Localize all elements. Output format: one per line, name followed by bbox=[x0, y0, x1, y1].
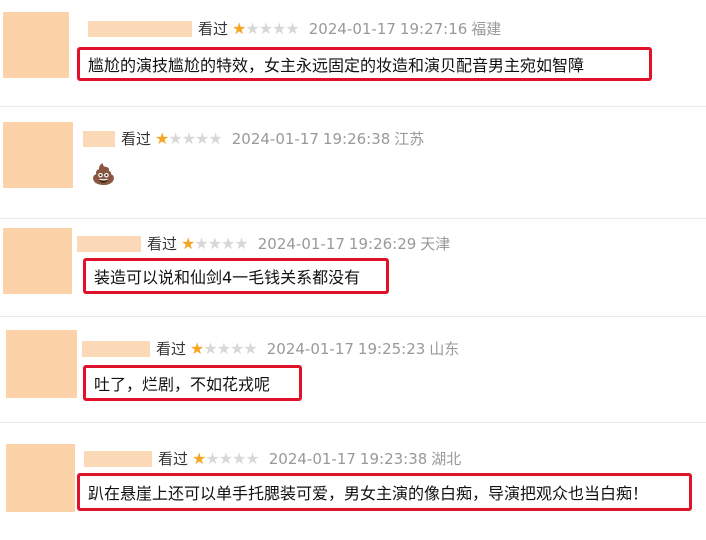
star-icon: ★ bbox=[232, 448, 246, 468]
review-meta: 看过 ★ ★ ★ ★ ★ 2024-01-17 19:25:23 山东 bbox=[82, 338, 459, 359]
review-text: 吐了，烂剧，不如花戎呢 bbox=[94, 375, 271, 394]
star-icon: ★ bbox=[243, 338, 257, 358]
star-rating: ★ ★ ★ ★ ★ bbox=[192, 448, 260, 468]
avatar[interactable] bbox=[3, 122, 73, 188]
review-time: 19:26:29 bbox=[348, 234, 417, 253]
avatar[interactable] bbox=[6, 444, 75, 512]
review-location: 湖北 bbox=[431, 450, 462, 468]
star-icon: ★ bbox=[232, 18, 246, 38]
watched-status: 看过 bbox=[198, 20, 229, 38]
review-item: 看过 ★ ★ ★ ★ ★ 2024-01-17 19:26:38 江苏 💩 bbox=[0, 106, 706, 219]
username[interactable] bbox=[84, 450, 152, 467]
star-icon: ★ bbox=[192, 448, 206, 468]
review-item: 看过 ★ ★ ★ ★ ★ 2024-01-17 19:26:29 天津 装造可以说和仙剑… bbox=[0, 218, 706, 317]
star-rating: ★ ★ ★ ★ ★ bbox=[155, 128, 223, 148]
username[interactable] bbox=[83, 130, 115, 147]
review-time: 19:27:16 bbox=[399, 19, 468, 38]
star-icon: ★ bbox=[168, 128, 182, 148]
star-icon: ★ bbox=[285, 18, 299, 38]
star-icon: ★ bbox=[221, 233, 235, 253]
review-location: 天津 bbox=[420, 235, 451, 253]
star-rating: ★ ★ ★ ★ ★ bbox=[181, 233, 249, 253]
star-icon: ★ bbox=[155, 128, 169, 148]
review-content: 吐了，烂剧，不如花戎呢 bbox=[83, 365, 302, 401]
avatar[interactable] bbox=[3, 228, 72, 294]
review-location: 山东 bbox=[429, 340, 460, 358]
review-location: 江苏 bbox=[394, 130, 425, 148]
review-content: 装造可以说和仙剑4一毛钱关系都没有 bbox=[83, 258, 389, 294]
review-content: 尴尬的演技尴尬的特效，女主永远固定的妆造和演贝配音男主宛如智障 bbox=[77, 47, 652, 81]
review-meta: 看过 ★ ★ ★ ★ ★ 2024-01-17 19:27:16 福建 bbox=[88, 18, 501, 39]
review-meta: 看过 ★ ★ ★ ★ ★ 2024-01-17 19:23:38 湖北 bbox=[84, 448, 461, 469]
star-icon: ★ bbox=[194, 233, 208, 253]
review-location: 福建 bbox=[471, 20, 502, 38]
review-item: 看过 ★ ★ ★ ★ ★ 2024-01-17 19:27:16 福建 尴尬的演技尴尬的… bbox=[0, 0, 706, 107]
star-icon: ★ bbox=[258, 18, 273, 38]
star-icon: ★ bbox=[216, 338, 231, 358]
star-rating: ★ ★ ★ ★ ★ bbox=[190, 338, 258, 358]
watched-status: 看过 bbox=[156, 340, 187, 358]
star-icon: ★ bbox=[181, 128, 196, 148]
review-text: 尴尬的演技尴尬的特效，女主永远固定的妆造和演贝配音男主宛如智障 bbox=[88, 56, 585, 75]
avatar[interactable] bbox=[6, 330, 77, 398]
review-date: 2024-01-17 bbox=[257, 234, 345, 253]
star-icon: ★ bbox=[245, 448, 259, 468]
star-rating: ★ ★ ★ ★ ★ bbox=[232, 18, 300, 38]
watched-status: 看过 bbox=[121, 130, 152, 148]
star-icon: ★ bbox=[208, 128, 222, 148]
review-date: 2024-01-17 bbox=[308, 19, 396, 38]
poop-emoji: 💩 bbox=[91, 162, 116, 186]
star-icon: ★ bbox=[205, 448, 219, 468]
star-icon: ★ bbox=[272, 18, 286, 38]
review-item: 看过 ★ ★ ★ ★ ★ 2024-01-17 19:23:38 湖北 趴在悬崖上还可以… bbox=[0, 422, 706, 540]
star-icon: ★ bbox=[230, 338, 244, 358]
review-item: 看过 ★ ★ ★ ★ ★ 2024-01-17 19:25:23 山东 吐了，烂剧，不如… bbox=[0, 316, 706, 423]
avatar[interactable] bbox=[3, 12, 69, 78]
star-icon: ★ bbox=[190, 338, 204, 358]
star-icon: ★ bbox=[181, 233, 195, 253]
star-icon: ★ bbox=[234, 233, 248, 253]
review-meta: 看过 ★ ★ ★ ★ ★ 2024-01-17 19:26:29 天津 bbox=[77, 233, 450, 254]
review-date: 2024-01-17 bbox=[268, 449, 356, 468]
review-text: 装造可以说和仙剑4一毛钱关系都没有 bbox=[94, 268, 361, 287]
watched-status: 看过 bbox=[158, 450, 189, 468]
watched-status: 看过 bbox=[147, 235, 178, 253]
review-time: 19:23:38 bbox=[359, 449, 428, 468]
review-time: 19:26:38 bbox=[322, 129, 391, 148]
review-text: 趴在悬崖上还可以单手托腮装可爱，男女主演的像白痴，导演把观众也当白痴！ bbox=[88, 484, 649, 503]
star-icon: ★ bbox=[207, 233, 222, 253]
star-icon: ★ bbox=[245, 18, 259, 38]
review-date: 2024-01-17 bbox=[231, 129, 319, 148]
username[interactable] bbox=[88, 20, 192, 37]
star-icon: ★ bbox=[203, 338, 217, 358]
star-icon: ★ bbox=[195, 128, 209, 148]
username[interactable] bbox=[82, 340, 150, 357]
star-icon: ★ bbox=[218, 448, 233, 468]
review-meta: 看过 ★ ★ ★ ★ ★ 2024-01-17 19:26:38 江苏 bbox=[83, 128, 424, 149]
review-content: 趴在悬崖上还可以单手托腮装可爱，男女主演的像白痴，导演把观众也当白痴！ bbox=[77, 473, 692, 511]
review-time: 19:25:23 bbox=[357, 339, 426, 358]
username[interactable] bbox=[77, 235, 141, 252]
review-date: 2024-01-17 bbox=[266, 339, 354, 358]
